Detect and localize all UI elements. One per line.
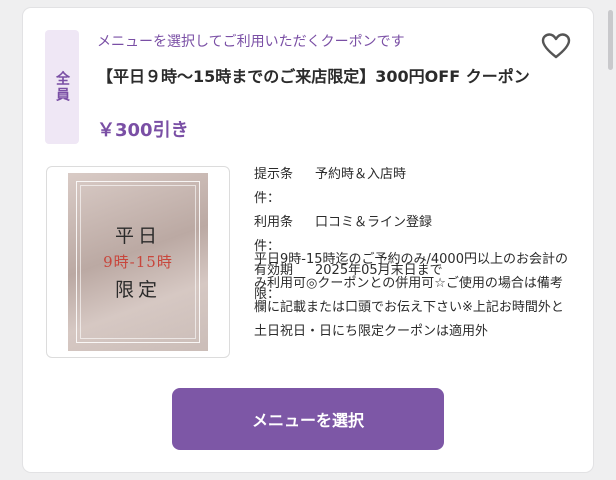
coupon-description: 平日9時-15時迄のご予約のみ/4000円以上のお会計のみ利用可◎クーポンとの併… (254, 252, 568, 339)
target-badge: 全員 (45, 30, 79, 144)
coupon-note: メニューを選択してご利用いただくクーポンです (97, 34, 405, 50)
coupon-image-box: 平日 9時-15時 限定 (46, 166, 230, 358)
photo-text-weekday: 平日 (114, 225, 161, 247)
condition-row: 提示条件： 予約時＆入店時 (254, 163, 443, 211)
heart-outline-icon (541, 33, 571, 59)
coupon-card: 全員 メニューを選択してご利用いただくクーポンです 【平日９時〜15時までのご来… (23, 8, 593, 472)
condition-label: 提示条件： (254, 167, 294, 206)
select-menu-button[interactable]: メニューを選択 (172, 388, 444, 450)
condition-value: 予約時＆入店時 (315, 167, 407, 182)
favorite-button[interactable] (539, 30, 573, 62)
coupon-photo: 平日 9時-15時 限定 (68, 173, 208, 351)
coupon-discount: ￥300引き (97, 120, 189, 141)
coupon-title: 【平日９時〜15時までのご来店限定】300円OFF クーポン (97, 67, 530, 86)
target-badge-label: 全員 (54, 71, 70, 103)
photo-text-limited: 限定 (114, 279, 161, 301)
page-scrollbar[interactable] (608, 10, 613, 70)
photo-text-hours: 9時-15時 (103, 253, 173, 271)
